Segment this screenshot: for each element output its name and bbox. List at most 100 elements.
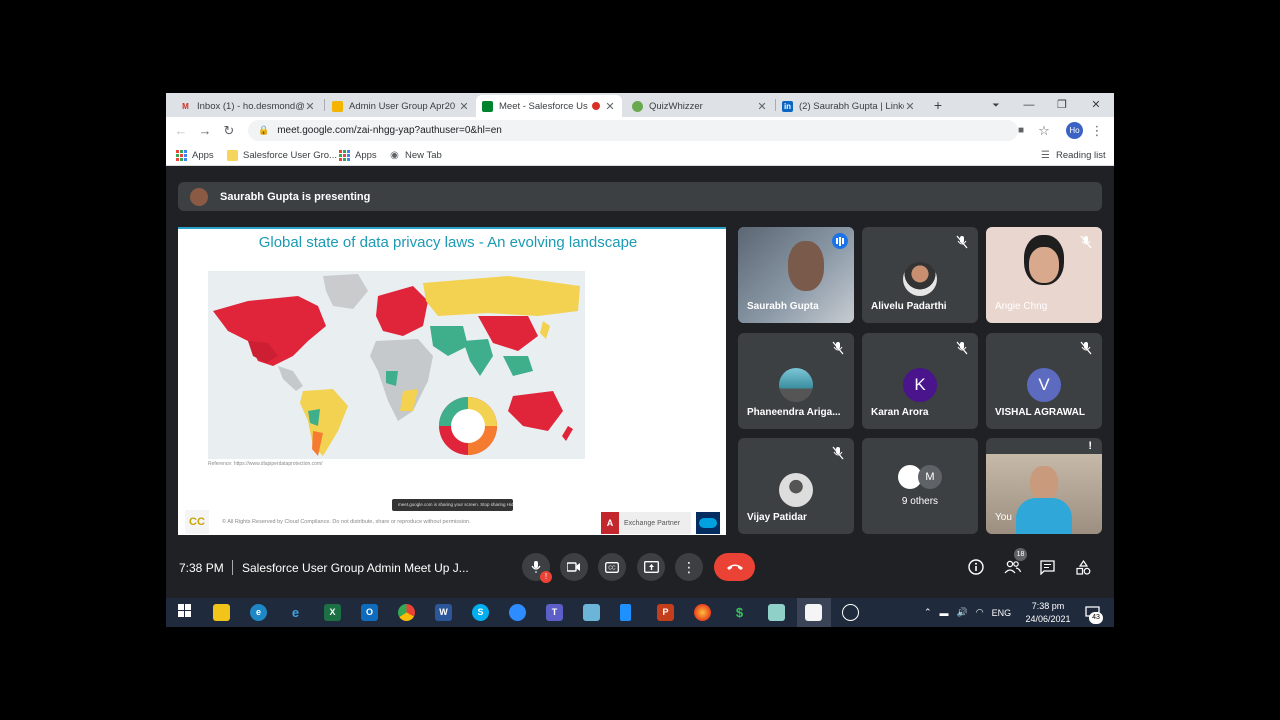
windows-taskbar: e e X O W S T P $ ⌃ ▬ 🔊 ◠ ENG 7:38 pm 24… xyxy=(166,598,1114,627)
close-icon[interactable]: ✕ xyxy=(304,100,316,113)
new-tab-icon[interactable]: + xyxy=(924,96,952,114)
others-tile[interactable]: M 9 others xyxy=(862,438,978,534)
bookmarks-bar: Apps Salesforce User Gro... Apps ◉ New T… xyxy=(166,144,1114,166)
participant-video-face xyxy=(788,241,824,291)
excel-icon[interactable]: X xyxy=(324,604,341,621)
bookmark-apps-2[interactable]: Apps xyxy=(339,148,377,162)
activities-button[interactable] xyxy=(1073,557,1093,577)
forward-icon[interactable]: → xyxy=(196,122,214,140)
zoom-icon[interactable] xyxy=(509,604,526,621)
mic-warning-icon: ! xyxy=(540,571,552,583)
participant-name: Vijay Patidar xyxy=(747,512,807,523)
self-tile[interactable]: ! You xyxy=(986,438,1102,534)
meeting-clock: 7:38 PM xyxy=(179,561,224,575)
cloud-compliance-logo: CC xyxy=(185,510,209,534)
participant-tile[interactable]: V VISHAL AGRAWAL xyxy=(986,333,1102,429)
document-viewer-icon[interactable] xyxy=(805,604,822,621)
tab-linkedin[interactable]: in (2) Saurabh Gupta | Linke ✕ xyxy=(776,95,922,117)
participant-tile[interactable]: Phaneendra Ariga... xyxy=(738,333,854,429)
chat-button[interactable] xyxy=(1037,557,1057,577)
screen-share-notice: meet.google.com is sharing your screen. … xyxy=(392,499,513,511)
bookmark-label: Salesforce User Gro... xyxy=(243,149,337,161)
participant-name: Angie Chng xyxy=(995,301,1048,312)
end-call-button[interactable] xyxy=(714,553,755,581)
close-icon[interactable]: ✕ xyxy=(458,100,470,113)
bookmark-apps[interactable]: Apps xyxy=(176,148,214,162)
teams-icon[interactable]: T xyxy=(546,604,563,621)
bookmark-star-icon[interactable]: ☆ xyxy=(1035,122,1053,140)
powerpoint-icon[interactable]: P xyxy=(657,604,674,621)
edge-icon[interactable]: e xyxy=(250,604,267,621)
close-icon[interactable]: ✕ xyxy=(904,100,916,113)
firefox-icon[interactable] xyxy=(694,604,711,621)
windows-start-icon[interactable] xyxy=(176,604,193,621)
meeting-details-button[interactable] xyxy=(966,557,986,577)
meet-icon xyxy=(482,100,493,112)
back-icon[interactable]: ← xyxy=(172,122,190,140)
tab-title: Meet - Salesforce Use xyxy=(499,100,588,112)
wifi-icon[interactable]: ◠ xyxy=(976,607,984,618)
clock-app-icon[interactable] xyxy=(842,604,859,621)
linkedin-icon: in xyxy=(782,100,793,112)
chrome-icon[interactable] xyxy=(398,604,415,621)
participant-tile[interactable]: Saurabh Gupta xyxy=(738,227,854,323)
camera-toggle-button[interactable] xyxy=(560,553,588,581)
participant-tile[interactable]: Alivelu Padarthi xyxy=(862,227,978,323)
minimize-icon[interactable]: — xyxy=(1015,96,1043,114)
present-now-button[interactable] xyxy=(637,553,665,581)
participant-initial-avatar: K xyxy=(903,368,937,402)
reading-list[interactable]: ☰ Reading list xyxy=(1040,148,1106,162)
close-icon[interactable]: ✕ xyxy=(604,100,616,113)
slides-icon xyxy=(332,100,343,112)
slide-reference: Reference: https://www.dlapiperdataprote… xyxy=(208,461,323,467)
phone-link-icon[interactable] xyxy=(620,604,631,621)
tab-search-icon[interactable]: ⏷ xyxy=(982,96,1010,114)
people-count-badge: 18 xyxy=(1014,548,1027,561)
folder-icon xyxy=(227,149,238,161)
bookmark-salesforce[interactable]: Salesforce User Gro... xyxy=(227,148,337,162)
skype-icon[interactable]: S xyxy=(472,604,489,621)
notes-app-icon[interactable] xyxy=(768,604,785,621)
volume-icon[interactable]: 🔊 xyxy=(957,607,968,618)
tab-admin-user-group[interactable]: Admin User Group Apr20 ✕ xyxy=(326,95,476,117)
captions-button[interactable]: CC xyxy=(598,553,626,581)
mic-off-icon xyxy=(956,341,968,355)
snipping-tool-icon[interactable] xyxy=(583,604,600,621)
participant-tile[interactable]: Vijay Patidar xyxy=(738,438,854,534)
word-icon[interactable]: W xyxy=(435,604,452,621)
profile-avatar[interactable]: Ho xyxy=(1066,122,1083,139)
mic-off-icon xyxy=(956,235,968,249)
world-map-image xyxy=(208,271,585,459)
mic-off-icon xyxy=(832,341,844,355)
menu-kebab-icon[interactable]: ⋮ xyxy=(1088,122,1106,140)
taskbar-clock[interactable]: 7:38 pm 24/06/2021 xyxy=(1018,600,1078,626)
tab-quizwhizzer[interactable]: QuizWhizzer ✕ xyxy=(626,95,774,117)
camera-icon xyxy=(567,562,580,572)
window-close-icon[interactable]: ✕ xyxy=(1082,96,1110,114)
bookmark-new-tab[interactable]: ◉ New Tab xyxy=(389,148,442,162)
participant-tile[interactable]: Angie Chng xyxy=(986,227,1102,323)
outlook-icon[interactable]: O xyxy=(361,604,378,621)
info-icon xyxy=(968,559,984,575)
battery-icon[interactable]: ▬ xyxy=(940,608,949,618)
browser-toolbar: ← → ↻ 🔒 meet.google.com/zai-nhgg-yap?aut… xyxy=(166,117,1114,144)
participant-tile[interactable]: K Karan Arora xyxy=(862,333,978,429)
reading-list-label: Reading list xyxy=(1056,149,1106,161)
input-language[interactable]: ENG xyxy=(992,608,1012,618)
internet-explorer-icon[interactable]: e xyxy=(287,604,304,621)
mic-off-icon xyxy=(832,446,844,460)
salesforce-logo-icon xyxy=(696,512,720,534)
reload-icon[interactable]: ↻ xyxy=(220,122,238,140)
tab-gmail[interactable]: M Inbox (1) - ho.desmond@ ✕ xyxy=(174,95,322,117)
address-bar[interactable]: 🔒 meet.google.com/zai-nhgg-yap?authuser=… xyxy=(248,120,1018,141)
more-options-icon[interactable]: ⋮ xyxy=(675,553,703,581)
tray-chevron-icon[interactable]: ⌃ xyxy=(924,607,932,618)
mic-toggle-button[interactable]: ! xyxy=(522,553,552,583)
camera-in-use-icon[interactable]: ■ xyxy=(1012,122,1030,140)
close-icon[interactable]: ✕ xyxy=(756,100,768,113)
dollar-app-icon[interactable]: $ xyxy=(731,604,748,621)
restore-icon[interactable]: ❐ xyxy=(1048,96,1076,114)
tab-meet[interactable]: Meet - Salesforce Use ✕ xyxy=(476,95,622,117)
participant-name: Alivelu Padarthi xyxy=(871,301,947,312)
file-explorer-icon[interactable] xyxy=(213,604,230,621)
